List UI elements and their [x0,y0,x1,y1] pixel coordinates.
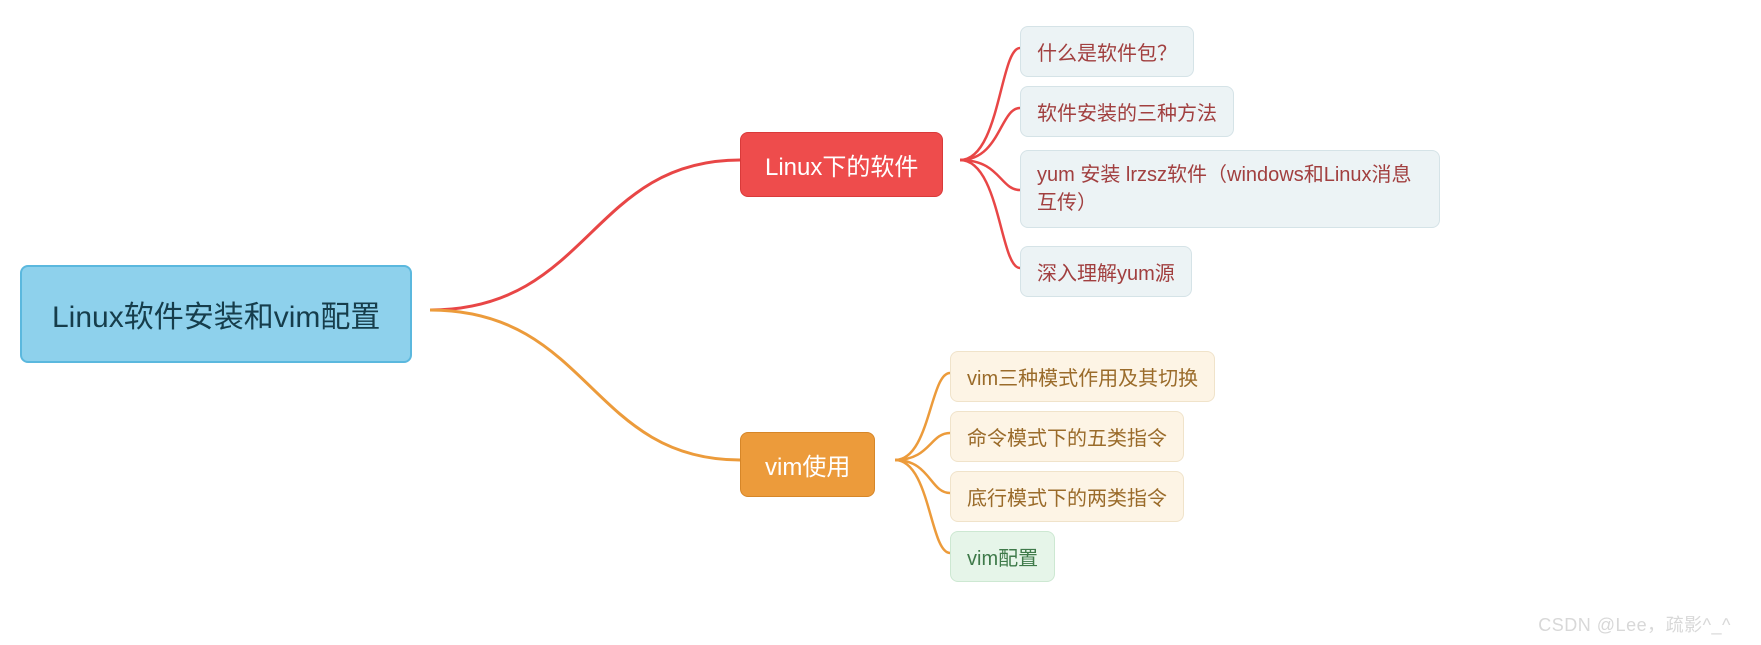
leaf-yum-source[interactable]: 深入理解yum源 [1020,246,1192,297]
leaf-label: 什么是软件包？ [1037,37,1177,66]
leaf-label: vim配置 [967,542,1038,571]
leaf-command-mode-cmds[interactable]: 命令模式下的五类指令 [950,411,1184,462]
leaf-vim-config[interactable]: vim配置 [950,531,1055,582]
watermark-label: CSDN @Lee，疏影^_^ [1538,615,1731,635]
leaf-label: 深入理解yum源 [1037,257,1175,286]
branch-vim-usage[interactable]: vim使用 [740,432,875,497]
leaf-label: 软件安装的三种方法 [1037,97,1217,126]
leaf-label: 底行模式下的两类指令 [967,482,1167,511]
leaf-lastline-mode-cmds[interactable]: 底行模式下的两类指令 [950,471,1184,522]
leaf-label: 命令模式下的五类指令 [967,422,1167,451]
root-label: Linux软件安装和vim配置 [52,292,380,336]
leaf-vim-three-modes[interactable]: vim三种模式作用及其切换 [950,351,1215,402]
branch-linux-software[interactable]: Linux下的软件 [740,132,943,197]
leaf-what-is-package[interactable]: 什么是软件包？ [1020,26,1194,77]
branch2-label: vim使用 [765,447,850,482]
leaf-yum-lrzsz[interactable]: yum 安装 lrzsz软件（windows和Linux消息互传） [1020,150,1440,228]
watermark-text: CSDN @Lee，疏影^_^ [1538,611,1731,637]
leaf-label: vim三种模式作用及其切换 [967,362,1198,391]
leaf-three-install-methods[interactable]: 软件安装的三种方法 [1020,86,1234,137]
root-node[interactable]: Linux软件安装和vim配置 [20,265,412,363]
branch1-label: Linux下的软件 [765,147,918,182]
leaf-label: yum 安装 lrzsz软件（windows和Linux消息互传） [1037,161,1423,217]
